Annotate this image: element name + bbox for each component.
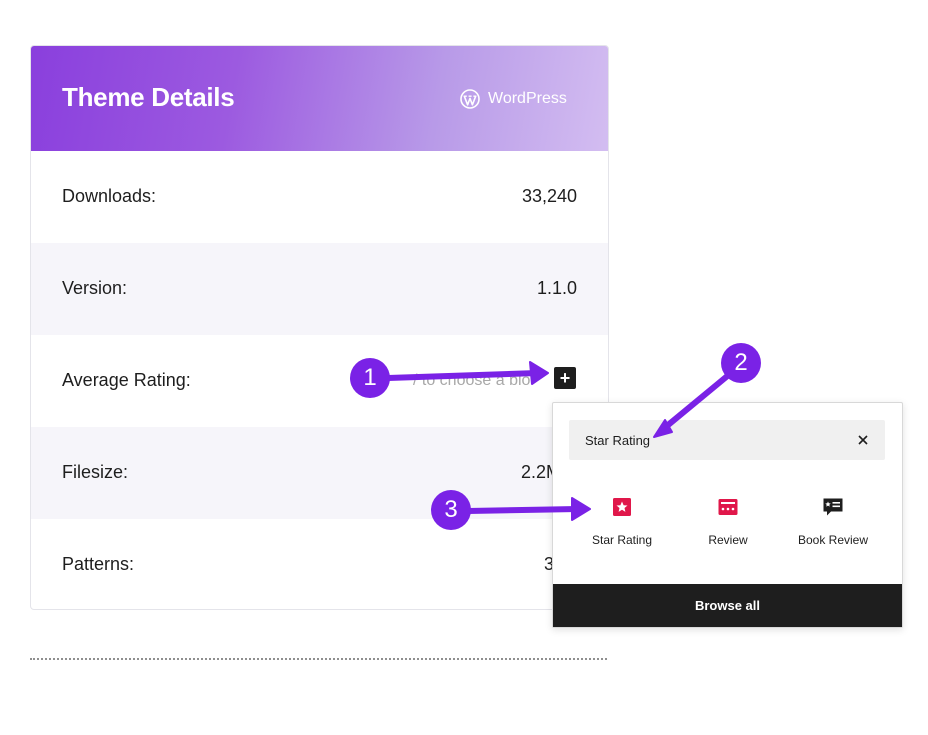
block-search-input[interactable]	[569, 420, 845, 460]
block-inserter-popover: Star Rating Review Book Review Browse al…	[552, 402, 903, 628]
dotted-separator	[30, 658, 607, 660]
block-result-review[interactable]: Review	[673, 491, 783, 561]
block-result-book-review[interactable]: Book Review	[778, 491, 888, 561]
clear-search-button[interactable]	[853, 430, 873, 450]
row-filesize: Filesize: 2.2M	[31, 427, 608, 519]
row-label: Average Rating:	[62, 370, 191, 390]
step-badge-3: 3	[431, 490, 471, 530]
row-label: Filesize:	[62, 462, 129, 482]
card-header: Theme Details WordPress	[31, 46, 608, 151]
book-review-icon	[823, 498, 843, 516]
wordpress-icon	[460, 89, 480, 109]
row-patterns: Patterns: 3	[31, 519, 608, 609]
row-average-rating: Average Rating: / to choose a blo	[31, 335, 608, 427]
star-rating-icon	[613, 498, 631, 516]
row-value: 33,240	[521, 186, 577, 206]
platform-badge: WordPress	[460, 88, 567, 110]
row-downloads: Downloads: 33,240	[31, 151, 608, 243]
row-value: 1.1.0	[536, 278, 577, 298]
row-label: Downloads:	[62, 186, 157, 206]
row-version: Version: 1.1.0	[31, 243, 608, 335]
block-placeholder[interactable]: / to choose a blo	[413, 372, 553, 390]
block-result-label: Review	[708, 533, 748, 547]
step-badge-1: 1	[350, 358, 390, 398]
card-title: Theme Details	[62, 82, 235, 112]
block-result-label: Star Rating	[591, 533, 653, 547]
block-result-label: Book Review	[797, 533, 869, 547]
close-icon	[858, 435, 868, 445]
platform-label: WordPress	[488, 90, 567, 107]
review-icon	[718, 499, 738, 515]
theme-details-card: Theme Details WordPress Downloads: 33,24…	[30, 45, 609, 610]
row-label: Version:	[62, 278, 128, 298]
row-label: Patterns:	[62, 554, 135, 574]
step-badge-2: 2	[721, 343, 761, 383]
browse-all-button[interactable]: Browse all	[553, 584, 902, 627]
search-box	[569, 420, 885, 460]
block-result-star-rating[interactable]: Star Rating	[567, 491, 677, 561]
add-block-button[interactable]: +	[554, 367, 576, 389]
